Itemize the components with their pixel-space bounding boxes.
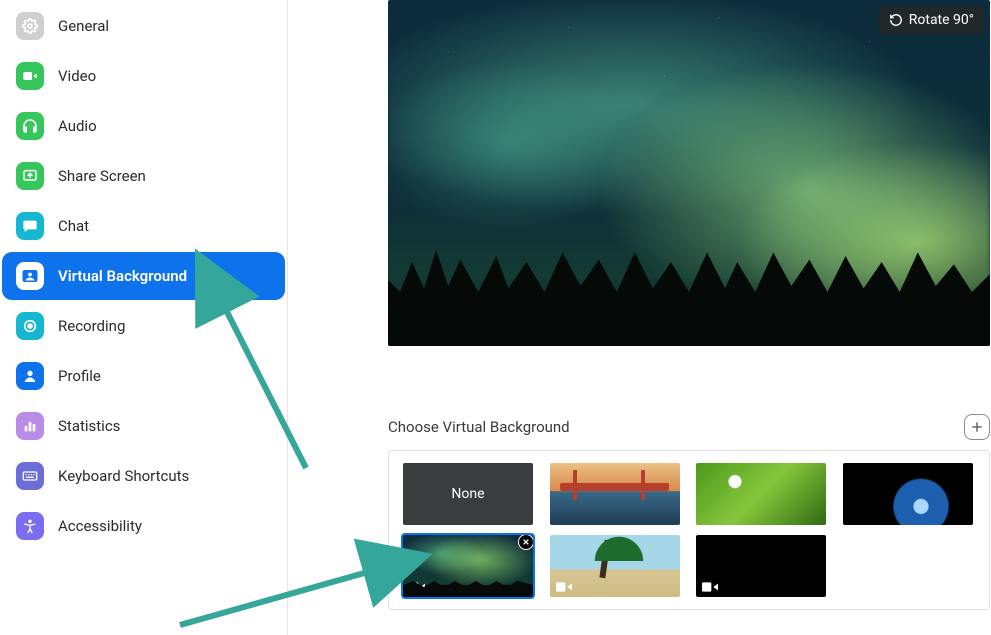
sidebar-item-video[interactable]: Video	[2, 52, 285, 100]
remove-background-button[interactable]	[518, 535, 533, 550]
sidebar-item-general[interactable]: General	[2, 2, 285, 50]
sidebar-item-keyboard-shortcuts[interactable]: Keyboard Shortcuts	[2, 452, 285, 500]
background-thumbnails: None	[388, 450, 990, 610]
background-preview: Rotate 90°	[388, 0, 990, 346]
sidebar-item-label: Audio	[58, 117, 97, 135]
video-icon	[556, 581, 572, 593]
video-icon	[16, 62, 44, 90]
background-option-none[interactable]: None	[403, 463, 533, 525]
sidebar-item-label: Video	[58, 67, 96, 85]
sidebar-item-share-screen[interactable]: Share Screen	[2, 152, 285, 200]
share-screen-icon	[16, 162, 44, 190]
rotate-label: Rotate 90°	[909, 12, 974, 28]
section-title: Choose Virtual Background	[388, 418, 570, 436]
background-option-earth[interactable]	[843, 463, 973, 525]
background-option-beach[interactable]	[550, 535, 680, 597]
background-option-aurora[interactable]	[403, 535, 533, 597]
sidebar-item-label: Profile	[58, 367, 101, 385]
video-icon	[702, 581, 718, 593]
close-icon	[522, 538, 530, 546]
background-option-grass[interactable]	[696, 463, 826, 525]
sidebar-item-accessibility[interactable]: Accessibility	[2, 502, 285, 550]
none-label: None	[451, 486, 484, 502]
choose-background-header: Choose Virtual Background	[388, 414, 990, 440]
accessibility-icon	[16, 512, 44, 540]
sidebar-item-audio[interactable]: Audio	[2, 102, 285, 150]
sidebar-item-virtual-background[interactable]: Virtual Background	[2, 252, 285, 300]
sidebar-item-label: Share Screen	[58, 167, 146, 185]
sidebar-item-label: Recording	[58, 317, 125, 335]
headphones-icon	[16, 112, 44, 140]
plus-icon	[970, 420, 984, 434]
add-background-button[interactable]	[964, 414, 990, 440]
sidebar-item-label: Keyboard Shortcuts	[58, 467, 189, 485]
sidebar-item-label: Accessibility	[58, 517, 142, 535]
gear-icon	[16, 12, 44, 40]
sidebar-item-profile[interactable]: Profile	[2, 352, 285, 400]
keyboard-icon	[16, 462, 44, 490]
recording-icon	[16, 312, 44, 340]
settings-sidebar: General Video Audio Share Screen Chat Vi…	[0, 0, 288, 635]
sidebar-item-label: General	[58, 17, 109, 35]
sidebar-item-chat[interactable]: Chat	[2, 202, 285, 250]
virtual-background-icon	[16, 262, 44, 290]
background-option-black[interactable]	[696, 535, 826, 597]
sidebar-item-recording[interactable]: Recording	[2, 302, 285, 350]
sidebar-item-label: Virtual Background	[58, 267, 187, 285]
preview-image: Rotate 90°	[388, 0, 990, 346]
profile-icon	[16, 362, 44, 390]
sidebar-item-statistics[interactable]: Statistics	[2, 402, 285, 450]
background-option-bridge[interactable]	[550, 463, 680, 525]
statistics-icon	[16, 412, 44, 440]
chat-icon	[16, 212, 44, 240]
video-icon	[409, 581, 425, 593]
rotate-90-button[interactable]: Rotate 90°	[879, 6, 984, 34]
sidebar-item-label: Chat	[58, 217, 89, 235]
sidebar-item-label: Statistics	[58, 417, 120, 435]
rotate-icon	[889, 13, 903, 27]
